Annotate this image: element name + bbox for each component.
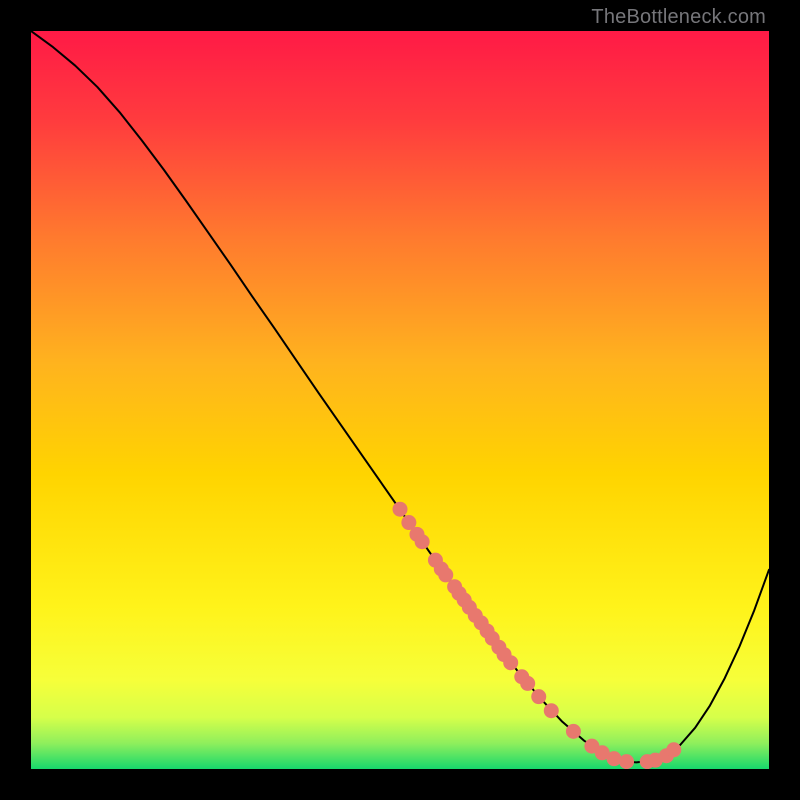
data-dot (415, 534, 430, 549)
data-dot (503, 655, 518, 670)
data-dot (666, 742, 681, 757)
watermark-text: TheBottleneck.com (591, 6, 766, 29)
data-dot (544, 703, 559, 718)
data-dot (619, 754, 634, 769)
data-dot (531, 689, 546, 704)
data-dot (607, 751, 622, 766)
data-dot (520, 676, 535, 691)
bottleneck-chart (31, 31, 769, 769)
data-dot (566, 724, 581, 739)
chart-frame (31, 31, 769, 769)
data-dot (393, 502, 408, 517)
